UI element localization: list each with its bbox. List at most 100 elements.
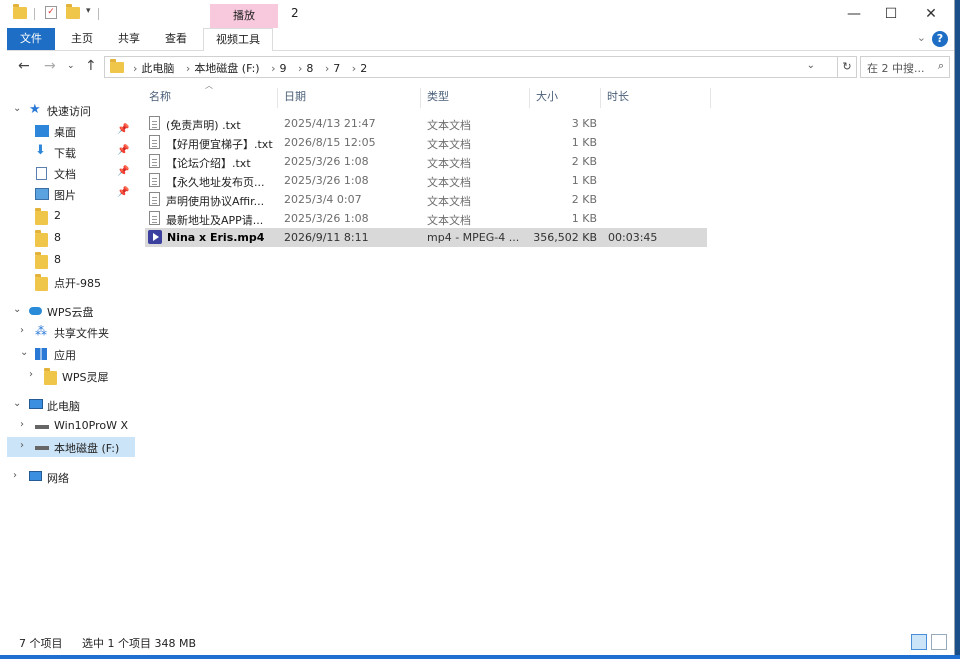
expand-ribbon-icon[interactable]: ⌄ — [917, 31, 926, 44]
selection-info: 选中 1 个项目 348 MB — [82, 637, 197, 650]
text-file-icon — [149, 192, 160, 206]
pin-icon[interactable]: 📌 — [117, 166, 129, 177]
search-input[interactable]: 在 2 中搜... ⌕ — [860, 56, 950, 78]
column-header-date[interactable]: 日期 — [278, 88, 421, 108]
item-count: 7 个项目 — [19, 637, 63, 650]
back-arrow-icon[interactable]: ← — [18, 58, 30, 74]
divider — [98, 8, 99, 20]
navigation-bar: ← → ⌄ ↑ › 此电脑 › 本地磁盘 (F:) › 9 › 8 › 7 › 2 ⌄ ↻ … — [7, 52, 954, 82]
pin-icon[interactable]: 📌 — [117, 187, 129, 198]
file-row[interactable]: 声明使用协议Affir... 2025/3/4 0:07 文本文档 2 KB — [145, 190, 707, 209]
star-icon: ★ — [29, 102, 41, 117]
large-icons-view-icon[interactable] — [931, 634, 947, 650]
up-arrow-icon[interactable]: ↑ — [85, 58, 97, 74]
folder-icon — [35, 274, 48, 291]
close-button[interactable]: ✕ — [909, 3, 953, 25]
new-folder-icon[interactable] — [66, 4, 80, 19]
help-button[interactable]: ? — [932, 31, 948, 47]
tab-video-tools[interactable]: 视频工具 — [203, 28, 273, 51]
navigation-pane: ⌄ ★ 快速访问 桌面 📌 ⬇ 下载 📌 文档 📌 图片 📌 2 8 8 点开-… — [7, 90, 135, 630]
sidebar-item-folder-8[interactable]: 8 — [7, 228, 135, 248]
sidebar-item-documents[interactable]: 文档 📌 — [7, 163, 135, 183]
computer-icon — [29, 399, 43, 409]
breadcrumb-item[interactable]: 本地磁盘 (F:) — [194, 62, 259, 75]
sidebar-item-folder-8b[interactable]: 8 — [7, 250, 135, 270]
text-file-icon — [149, 135, 160, 149]
divider — [34, 8, 35, 20]
drive-icon — [35, 425, 49, 429]
properties-icon[interactable]: ✓ — [45, 6, 57, 19]
recent-locations-icon[interactable]: ⌄ — [67, 61, 75, 71]
tab-home[interactable]: 主页 — [63, 28, 101, 50]
pin-icon[interactable]: 📌 — [117, 145, 129, 156]
drive-icon — [35, 446, 49, 450]
breadcrumb-item[interactable]: 2 — [360, 62, 367, 75]
title-bar: ✓ ▾ 播放 2 — ☐ ✕ — [7, 0, 954, 28]
file-row[interactable]: 【好用便宜梯子】.txt 2026/8/15 12:05 文本文档 1 KB — [145, 133, 707, 152]
tab-share[interactable]: 共享 — [110, 28, 148, 50]
sidebar-item-wps-lingxi[interactable]: › WPS灵犀 — [7, 366, 135, 386]
taskbar-edge — [0, 655, 960, 659]
window-title: 2 — [291, 6, 299, 20]
pin-icon[interactable]: 📌 — [117, 124, 129, 135]
sidebar-item-folder-985[interactable]: 点开-985 — [7, 272, 135, 292]
document-icon — [36, 167, 47, 180]
text-file-icon — [149, 211, 160, 225]
breadcrumb-item[interactable]: 8 — [306, 62, 313, 75]
sidebar-item-this-pc[interactable]: ⌄ 此电脑 — [7, 395, 135, 415]
quick-access-dropdown-icon[interactable]: ▾ — [86, 6, 91, 16]
file-row[interactable]: 【论坛介绍】.txt 2025/3/26 1:08 文本文档 2 KB — [145, 152, 707, 171]
sidebar-item-local-disk-f[interactable]: › 本地磁盘 (F:) — [7, 437, 135, 457]
file-row-selected[interactable]: Nina x Eris.mp4 2026/9/11 8:11 mp4 - MPE… — [145, 228, 707, 247]
context-tab-play[interactable]: 播放 — [210, 4, 278, 28]
file-row[interactable]: 【永久地址发布页... 2025/3/26 1:08 文本文档 1 KB — [145, 171, 707, 190]
details-view-icon[interactable] — [911, 634, 927, 650]
apps-icon — [35, 348, 47, 360]
desktop-icon — [35, 125, 49, 137]
breadcrumb-item[interactable]: 此电脑 — [141, 62, 174, 75]
picture-icon — [35, 188, 49, 200]
breadcrumb-item[interactable]: 7 — [333, 62, 340, 75]
sidebar-item-downloads[interactable]: ⬇ 下载 📌 — [7, 142, 135, 162]
tab-view[interactable]: 查看 — [157, 28, 195, 50]
sidebar-item-win10-drive[interactable]: › Win10ProW X — [7, 416, 135, 436]
breadcrumb-item[interactable]: 9 — [279, 62, 286, 75]
network-icon — [29, 471, 42, 481]
column-header-type[interactable]: 类型 — [421, 88, 530, 108]
sidebar-item-shared-folder[interactable]: › ⁂ 共享文件夹 — [7, 322, 135, 342]
cloud-icon — [29, 307, 42, 315]
text-file-icon — [149, 173, 160, 187]
forward-arrow-icon[interactable]: → — [44, 58, 56, 74]
sidebar-item-desktop[interactable]: 桌面 📌 — [7, 121, 135, 141]
maximize-button[interactable]: ☐ — [869, 3, 913, 25]
search-icon[interactable]: ⌕ — [938, 59, 944, 73]
address-bar[interactable]: › 此电脑 › 本地磁盘 (F:) › 9 › 8 › 7 › 2 ⌄ — [104, 56, 838, 78]
sidebar-item-network[interactable]: › 网络 — [7, 467, 135, 487]
explorer-window: ✓ ▾ 播放 2 — ☐ ✕ 文件 主页 共享 查看 视频工具 ⌄ ? ← → … — [0, 0, 955, 655]
column-headers: 名称 日期 类型 大小 时长 — [143, 88, 713, 108]
folder-icon — [110, 59, 124, 73]
sidebar-item-apps[interactable]: ⌄ 应用 — [7, 344, 135, 364]
column-header-size[interactable]: 大小 — [530, 88, 601, 108]
ribbon: 文件 主页 共享 查看 视频工具 ⌄ ? — [7, 28, 954, 51]
sidebar-item-quick-access[interactable]: ⌄ ★ 快速访问 — [7, 100, 135, 120]
sidebar-item-folder-2[interactable]: 2 — [7, 206, 135, 226]
search-placeholder: 在 2 中搜... — [867, 62, 925, 75]
refresh-icon[interactable]: ↻ — [838, 56, 857, 78]
breadcrumb: › 此电脑 › 本地磁盘 (F:) › 9 › 8 › 7 › 2 — [133, 62, 368, 75]
chevron-down-icon[interactable]: ⌄ — [807, 60, 815, 71]
text-file-icon — [149, 116, 160, 130]
column-header-duration[interactable]: 时长 — [601, 88, 711, 108]
text-file-icon — [149, 154, 160, 168]
folder-icon — [35, 252, 48, 269]
file-row[interactable]: (免责声明) .txt 2025/4/13 21:47 文本文档 3 KB — [145, 114, 707, 133]
folder-icon — [35, 230, 48, 247]
folder-icon — [44, 368, 57, 385]
tab-file[interactable]: 文件 — [7, 28, 55, 50]
status-bar: 7 个项目 选中 1 个项目 348 MB — [7, 630, 954, 655]
file-row[interactable]: 最新地址及APP请... 2025/3/26 1:08 文本文档 1 KB — [145, 209, 707, 228]
sidebar-item-wps-cloud[interactable]: ⌄ WPS云盘 — [7, 301, 135, 321]
column-header-name[interactable]: 名称 — [143, 88, 278, 108]
download-icon: ⬇ — [35, 143, 46, 158]
sidebar-item-pictures[interactable]: 图片 📌 — [7, 184, 135, 204]
